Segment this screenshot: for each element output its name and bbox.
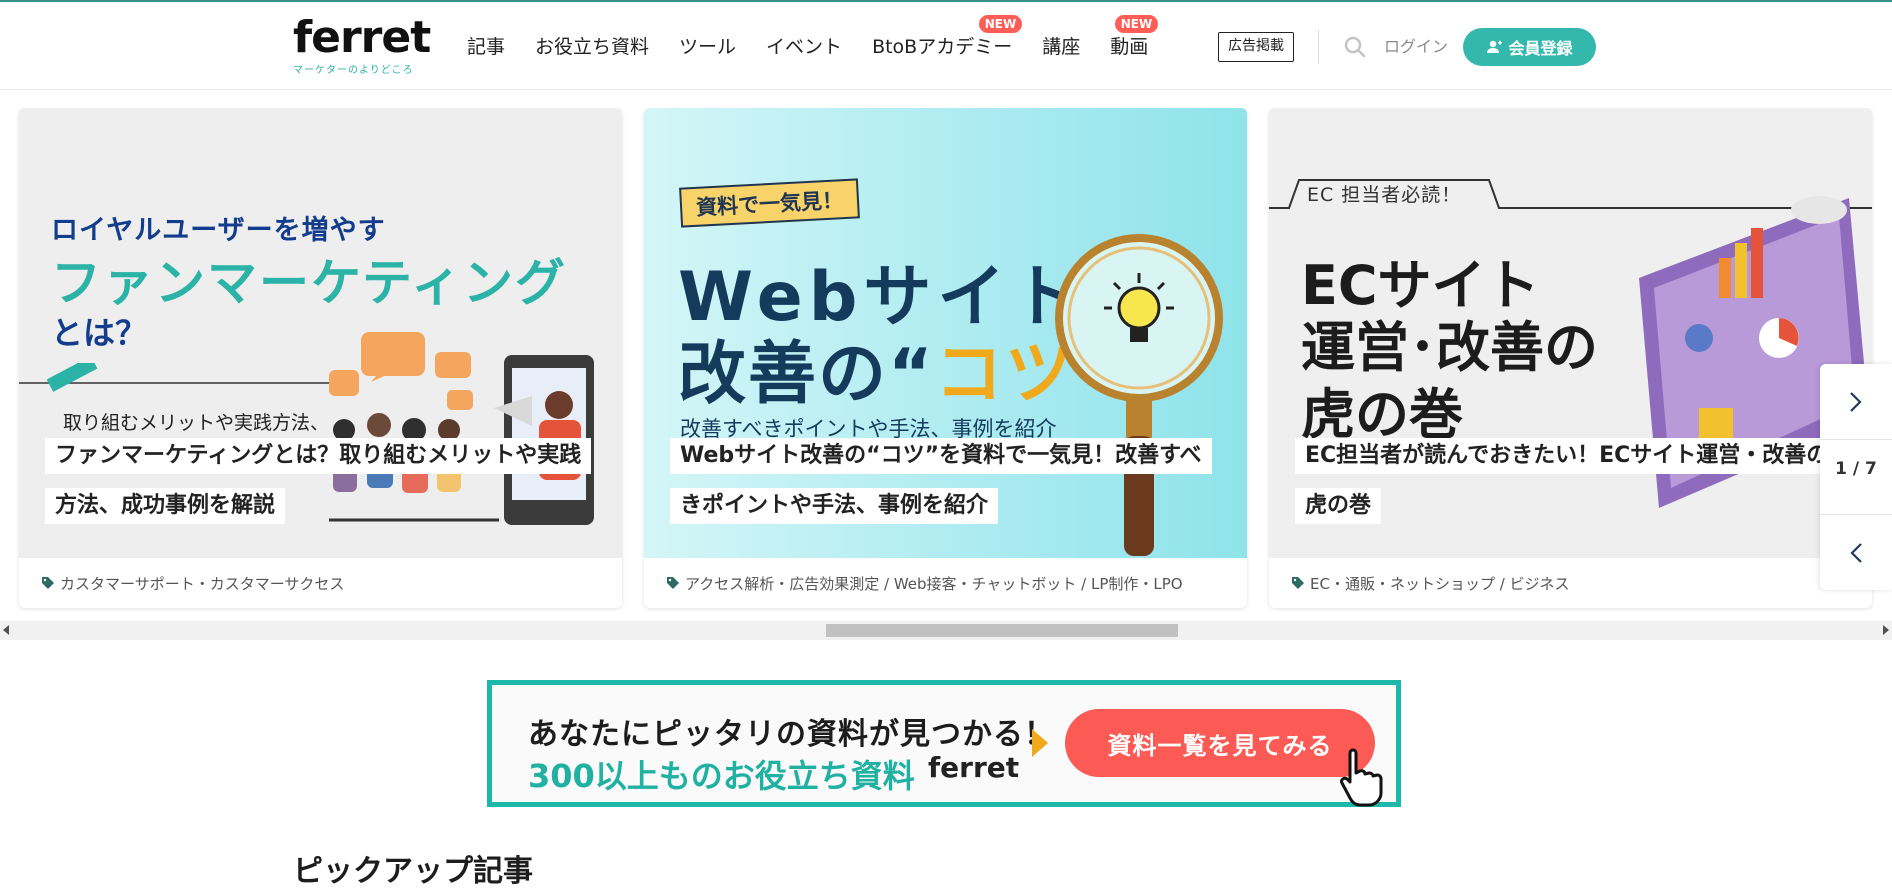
resources-banner[interactable]: あなたにピッタリの資料が見つかる！ 300以上ものお役立ち資料 ferret 資… <box>487 680 1401 807</box>
arrow-right-icon <box>1032 729 1048 757</box>
nav-item-resources[interactable]: お役立ち資料 <box>535 32 649 62</box>
caption-line: ファンマーケティングとは？取り組むメリットや実践 <box>45 438 592 474</box>
card-tags[interactable]: アクセス解析・広告効果測定 / Web接客・チャットボット / LP制作・LPO <box>644 558 1247 608</box>
nav-label: 記事 <box>467 36 506 58</box>
scroll-left-arrow-icon[interactable] <box>3 625 9 635</box>
nav-label: イベント <box>766 36 843 58</box>
tag-icon <box>1292 577 1304 589</box>
chevron-left-icon <box>1850 542 1862 563</box>
new-badge: NEW <box>978 15 1023 33</box>
carousel-prev-button[interactable] <box>1820 515 1892 590</box>
nav-item-events[interactable]: イベント <box>766 32 842 62</box>
nav-item-articles[interactable]: 記事 <box>467 32 505 62</box>
advertise-button[interactable]: 広告掲載 <box>1218 32 1294 62</box>
card-tag-text: アクセス解析・広告効果測定 / Web接客・チャットボット / LP制作・LPO <box>685 574 1183 593</box>
banner-subheadline: 300以上ものお役立ち資料 <box>528 757 915 795</box>
carousel-pager: 1 / 7 <box>1820 364 1892 590</box>
main-nav: 記事 お役立ち資料 ツール イベント BtoBアカデミー NEW 講座 動画 N… <box>467 15 1178 62</box>
thumb-subtext: 取り組むメリットや実践方法、 <box>63 412 330 434</box>
scrollbar-thumb[interactable] <box>826 624 1178 637</box>
caption-line: 虎の巻 <box>1295 488 1382 524</box>
banner-headline: あなたにピッタリの資料が見つかる！ <box>528 717 1055 752</box>
carousel-next-button[interactable] <box>1820 364 1892 439</box>
thumb-headline-2: とは？ <box>51 314 148 352</box>
search-icon[interactable] <box>1344 36 1366 58</box>
thumb-tab-label: EC 担当者必読！ <box>1307 184 1462 206</box>
thumb-pill: 資料で一気見！ <box>679 178 860 228</box>
logo-tagline: マーケターのよりどころ <box>293 65 414 76</box>
login-link[interactable]: ログイン <box>1384 34 1448 60</box>
card-tags[interactable]: カスタマーサポート・カスタマーサクセス <box>19 558 622 608</box>
scroll-right-arrow-icon[interactable] <box>1883 625 1889 635</box>
nav-label: BtoBアカデミー <box>872 36 1013 58</box>
logo-wordmark: ferret <box>293 12 431 63</box>
new-badge: NEW <box>1114 15 1159 33</box>
caption-line: EC担当者が読んでおきたい！ECサイト運営・改善の <box>1295 438 1839 474</box>
card-caption[interactable]: EC担当者が読んでおきたい！ECサイト運営・改善の 虎の巻 <box>1295 438 1855 538</box>
chevron-right-icon <box>1850 391 1862 412</box>
site-header: ferret マーケターのよりどころ 記事 お役立ち資料 ツール イベント Bt… <box>0 2 1892 90</box>
tag-icon <box>667 577 679 589</box>
card-tag-text: EC・通販・ネットショップ / ビジネス <box>1310 574 1570 593</box>
carousel-card[interactable]: ロイヤルユーザーを増やす ファンマーケティング とは？ 取り組むメリットや実践方… <box>19 108 622 608</box>
resources-cta-button[interactable]: 資料一覧を見てみる <box>1065 709 1375 777</box>
header-divider <box>1318 30 1319 64</box>
pickup-section-title: ピックアップ記事 <box>293 854 533 889</box>
card-caption[interactable]: ファンマーケティングとは？取り組むメリットや実践 方法、成功事例を解説 <box>45 438 605 538</box>
card-caption[interactable]: Webサイト改善の“コツ”を資料で一気見！改善すべ きポイントや手法、事例を紹介 <box>670 438 1230 538</box>
card-tag-text: カスタマーサポート・カスタマーサクセス <box>60 574 345 593</box>
nav-item-tools[interactable]: ツール <box>679 32 736 62</box>
nav-item-btob-academy[interactable]: BtoBアカデミー NEW <box>872 15 1023 62</box>
thumb-headline: ファンマーケティング <box>51 254 567 312</box>
register-label: 会員登録 <box>1508 39 1573 58</box>
nav-label: ツール <box>679 36 737 58</box>
pager-divider <box>1820 439 1892 440</box>
ferret-logo[interactable]: ferret マーケターのよりどころ <box>293 12 431 77</box>
tag-icon <box>42 577 54 589</box>
carousel-card[interactable]: EC 担当者必読！ ECサイト 運営･改善の 虎の巻 EC担当者が読んでおきたい… <box>1269 108 1872 608</box>
carousel-card[interactable]: 資料で一気見！ Webサイト 改善の“コツ” 改善すべきポイントや手法、事例を紹… <box>644 108 1247 608</box>
headline-part: 改善の“ <box>678 335 935 414</box>
register-button[interactable]: 会員登録 <box>1463 28 1596 66</box>
user-plus-icon <box>1487 40 1503 53</box>
caption-line: 方法、成功事例を解説 <box>45 488 286 524</box>
banner-logo: ferret <box>928 751 1020 784</box>
carousel-scrollbar[interactable] <box>0 621 1892 640</box>
card-tags[interactable]: EC・通販・ネットショップ / ビジネス <box>1269 558 1872 608</box>
caption-line: Webサイト改善の“コツ”を資料で一気見！改善すべ <box>670 438 1212 474</box>
nav-item-courses[interactable]: 講座 <box>1042 32 1080 62</box>
pointer-hand-icon <box>1340 748 1383 807</box>
nav-label: 動画 <box>1110 36 1149 58</box>
carousel-counter: 1 / 7 <box>1835 459 1877 479</box>
featured-carousel: ロイヤルユーザーを増やす ファンマーケティング とは？ 取り組むメリットや実践方… <box>0 108 1892 612</box>
nav-label: 講座 <box>1042 36 1081 58</box>
caption-line: きポイントや手法、事例を紹介 <box>670 488 999 524</box>
nav-item-videos[interactable]: 動画 NEW <box>1110 15 1159 62</box>
nav-label: お役立ち資料 <box>535 36 650 58</box>
thumb-kicker: ロイヤルユーザーを増やす <box>51 215 386 246</box>
